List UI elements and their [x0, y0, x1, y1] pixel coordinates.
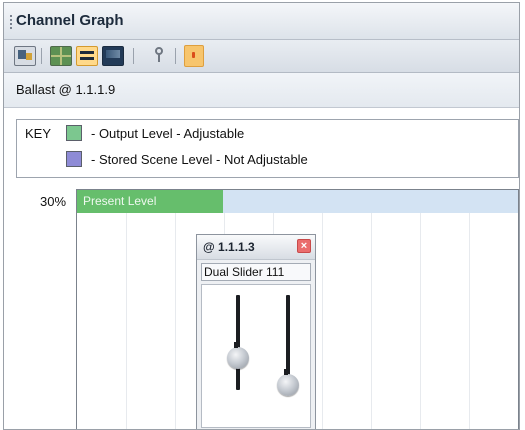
popup-title: @ 1.1.1.3: [203, 240, 255, 254]
display-icon[interactable]: [102, 46, 124, 66]
toolbar-separator: [175, 48, 176, 64]
stored-scene-level-swatch: [66, 151, 82, 167]
present-level-bar[interactable]: Present Level: [77, 190, 223, 213]
window-title: Channel Graph: [16, 12, 124, 29]
device-row: Ballast @ 1.1.1.9: [4, 73, 519, 108]
dual-slider-well: [201, 284, 311, 428]
list-view-icon[interactable]: [76, 46, 98, 66]
channel-graph-window: Channel Graph Ballast @ 1.1.1.9 KEY - Ou…: [3, 2, 520, 430]
left-slider-knob[interactable]: [227, 341, 249, 369]
legend-panel: KEY - Output Level - Adjustable - Stored…: [16, 119, 519, 178]
present-level-label: Present Level: [83, 194, 157, 208]
grid-view-icon[interactable]: [50, 46, 72, 66]
toolbar: [4, 40, 519, 73]
present-level-track[interactable]: Present Level: [77, 190, 518, 213]
grip-icon[interactable]: [10, 15, 12, 29]
dual-slider-popup: @ 1.1.1.3 × Dual Slider 111: [196, 234, 316, 429]
legend-item-output-level: - Output Level - Adjustable: [91, 126, 245, 141]
grid-line: [322, 190, 323, 429]
grid-line: [371, 190, 372, 429]
grid-line: [469, 190, 470, 429]
right-slider-knob[interactable]: [277, 368, 299, 396]
popup-title-bar[interactable]: @ 1.1.1.3 ×: [197, 235, 315, 260]
title-bar: Channel Graph: [4, 3, 519, 40]
popup-subtitle: Dual Slider 111: [201, 263, 311, 281]
grid-line: [175, 190, 176, 429]
legend-item-stored-scene-level: - Stored Scene Level - Not Adjustable: [91, 152, 308, 167]
percent-label: 30%: [40, 194, 67, 209]
legend-key-label: KEY: [25, 126, 52, 141]
alert-icon[interactable]: [184, 45, 204, 67]
toolbar-separator: [133, 48, 134, 64]
close-icon[interactable]: ×: [297, 239, 311, 253]
device-label: Ballast @ 1.1.1.9: [16, 82, 116, 97]
grid-properties-icon[interactable]: [14, 46, 36, 66]
output-level-swatch: [66, 125, 82, 141]
toolbar-separator: [41, 48, 42, 64]
grid-line: [126, 190, 127, 429]
grid-line: [420, 190, 421, 429]
user-icon[interactable]: [150, 46, 170, 64]
